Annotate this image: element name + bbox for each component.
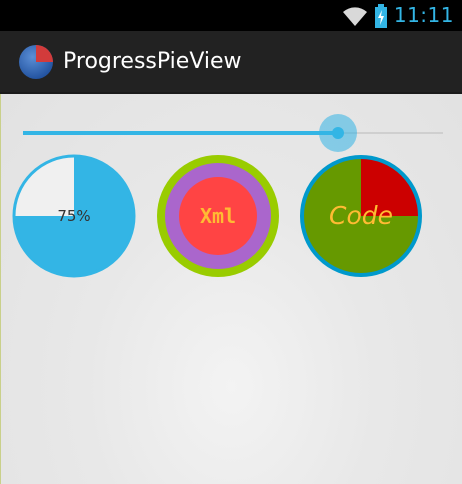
app-title: ProgressPieView [63, 49, 242, 74]
status-icons: 11:11 [342, 3, 454, 28]
pie-label: Xml [200, 204, 236, 228]
pie-app-icon[interactable] [18, 44, 54, 80]
seekbar-thumb[interactable] [332, 127, 344, 139]
wifi-icon [342, 6, 367, 26]
pie-label: 75% [57, 207, 90, 225]
action-bar: ProgressPieView [0, 31, 462, 94]
main-content: 75% Xml Code [0, 94, 462, 484]
battery-icon [374, 3, 387, 28]
status-bar: 11:11 [0, 0, 462, 31]
pie-view-default[interactable]: 75% [12, 154, 136, 278]
pie-label: Code [329, 201, 393, 230]
status-clock: 11:11 [393, 3, 454, 27]
pie-view-xml[interactable]: Xml [156, 154, 280, 278]
pie-view-code[interactable]: Code [299, 154, 423, 278]
